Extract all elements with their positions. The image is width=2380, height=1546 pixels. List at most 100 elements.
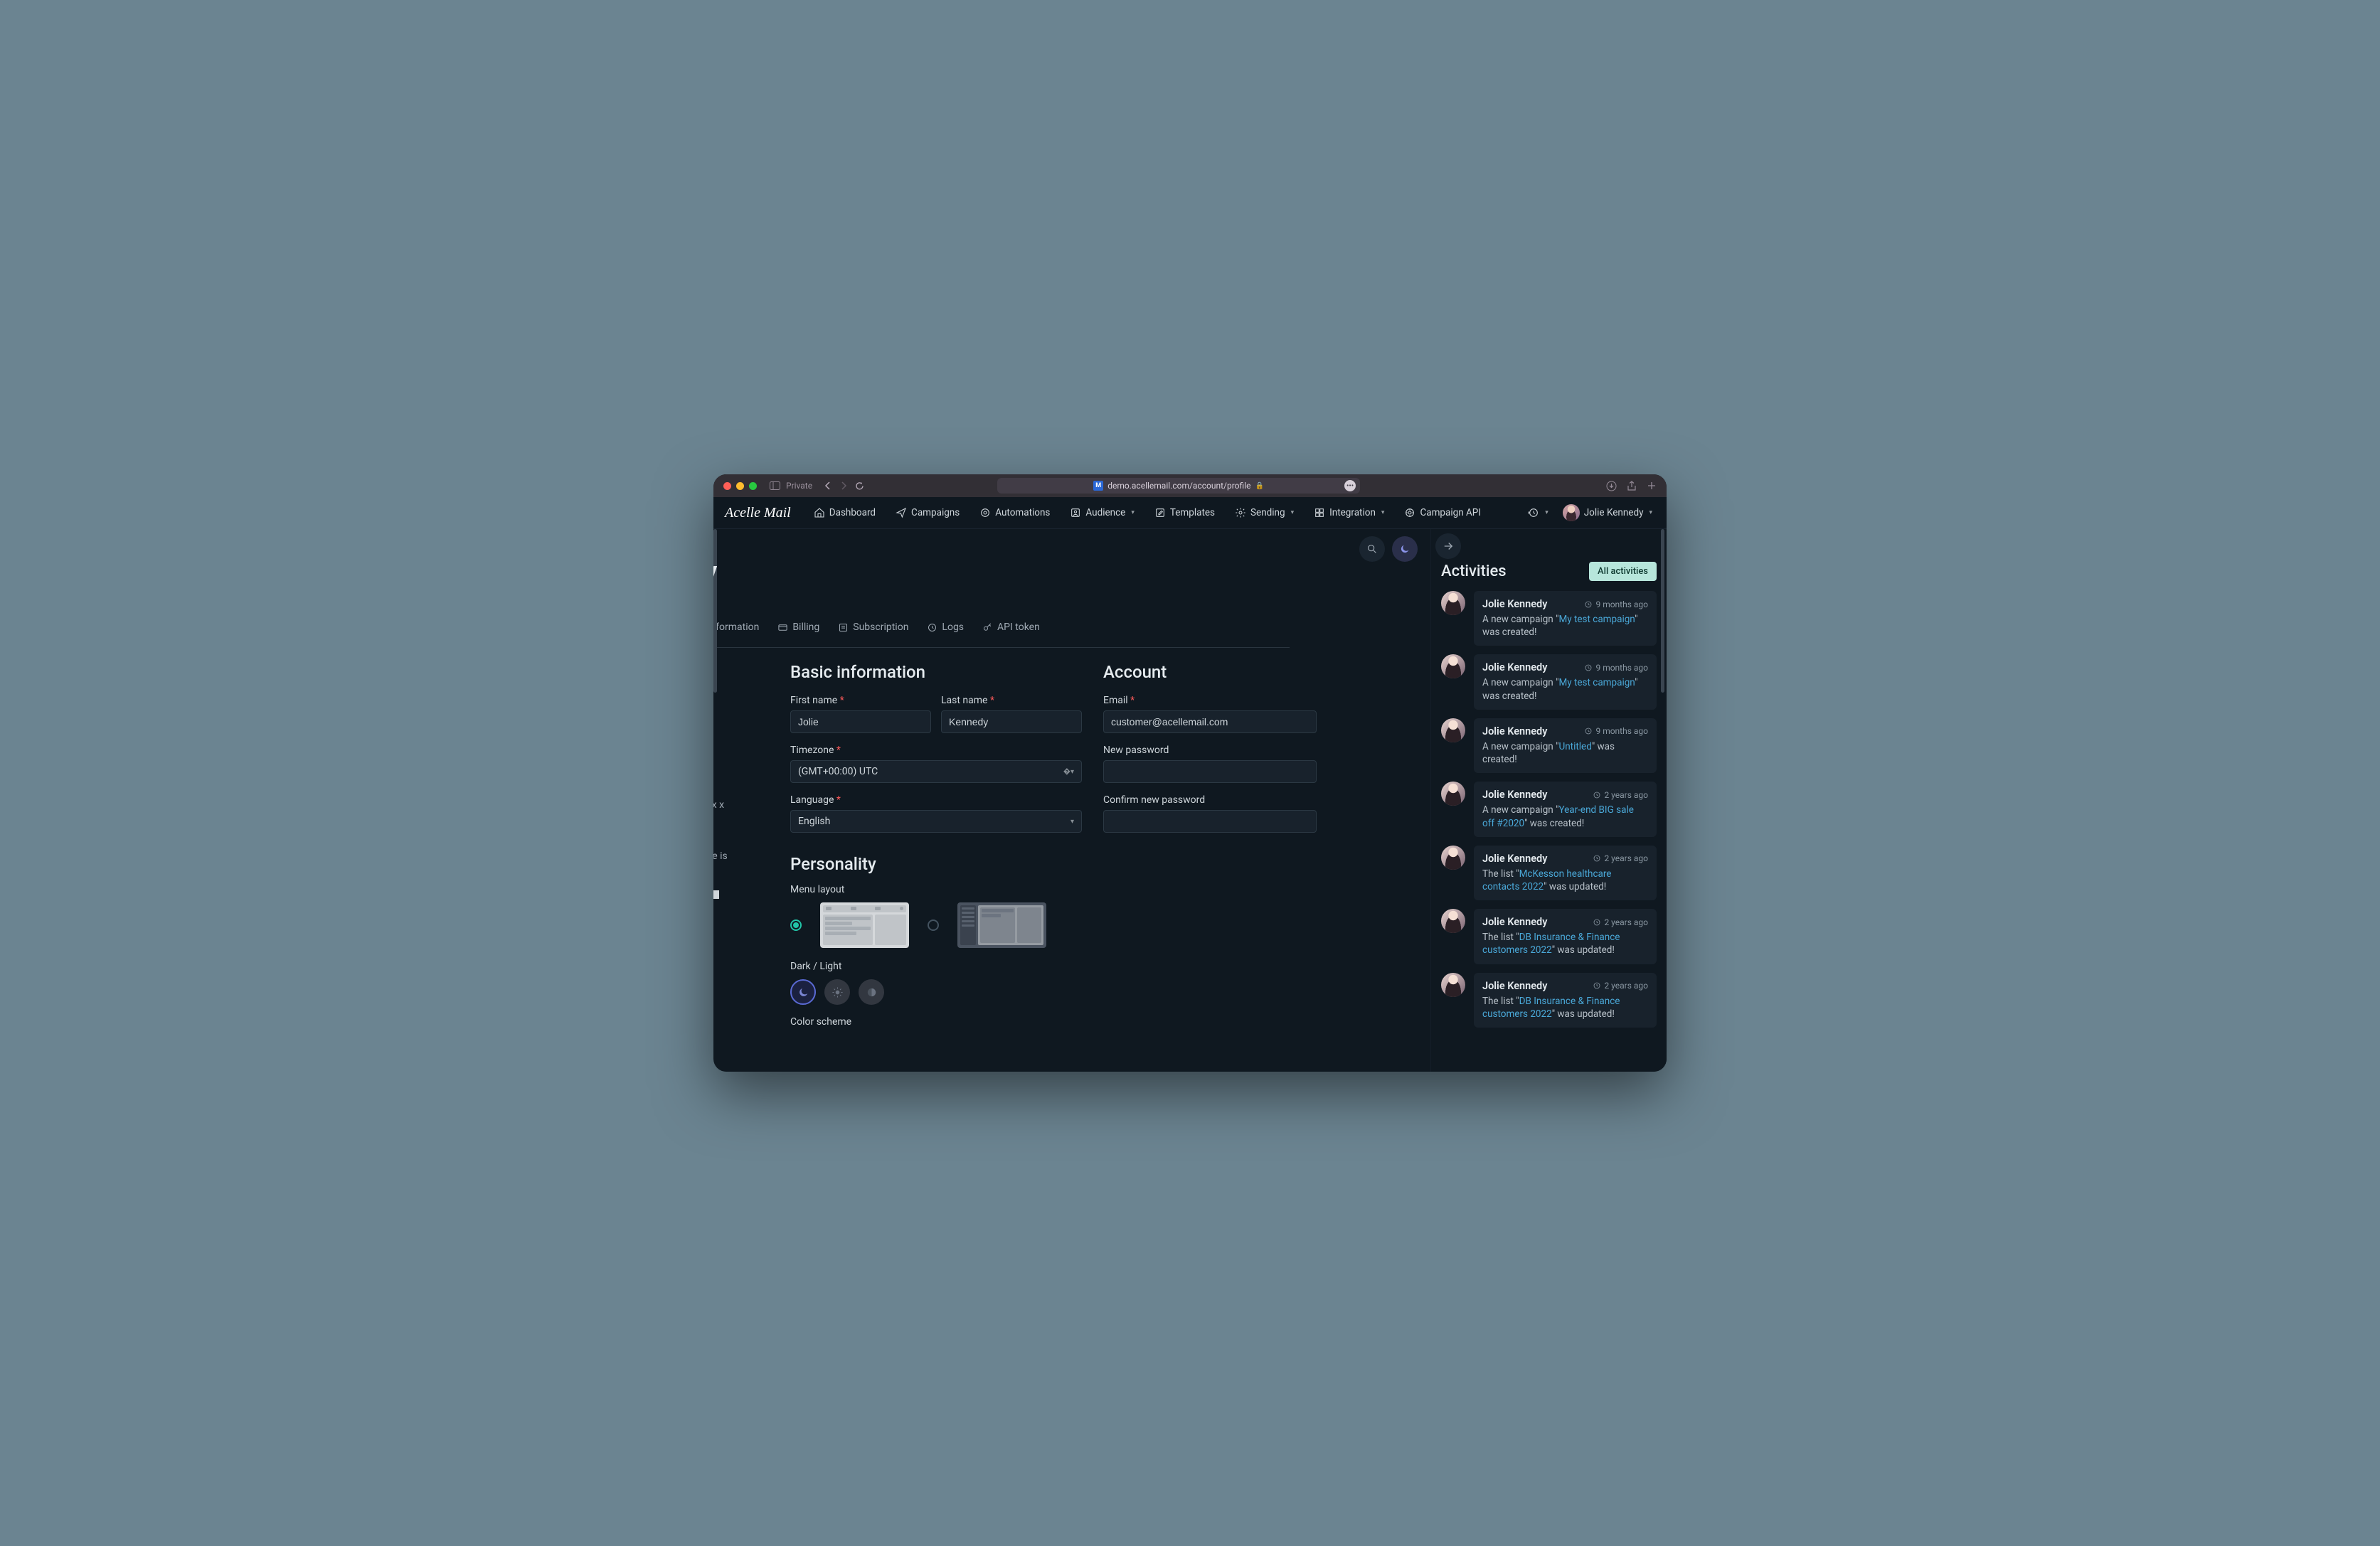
activity-user: Jolie Kennedy (1482, 725, 1547, 737)
personality-heading: Personality (790, 854, 1430, 874)
color-scheme-label: Color scheme (790, 1016, 1430, 1028)
nav-templates[interactable]: Templates (1146, 503, 1223, 523)
activity-link[interactable]: McKesson healthcare contacts 2022 (1482, 868, 1611, 892)
nav-integration[interactable]: Integration ▾ (1305, 503, 1393, 523)
nav-dashboard[interactable]: Dashboard (805, 503, 884, 523)
share-icon[interactable] (1627, 481, 1637, 491)
activity-link[interactable]: My test campaign (1558, 614, 1635, 625)
activity-avatar (1441, 973, 1465, 997)
list-icon (838, 622, 849, 633)
timezone-select[interactable]: (GMT+00:00) UTC �▾ (790, 760, 1082, 783)
tab-api-token[interactable]: API token (981, 619, 1041, 640)
reader-icon[interactable]: ••• (1344, 480, 1356, 491)
nav-audience[interactable]: Audience ▾ (1061, 503, 1142, 523)
activity-time: 9 months ago (1584, 599, 1648, 609)
activity-user: Jolie Kennedy (1482, 916, 1547, 928)
minimize-window-button[interactable] (736, 482, 744, 490)
all-activities-button[interactable]: All activities (1589, 562, 1657, 581)
account-heading: Account (1103, 662, 1317, 682)
activity-link[interactable]: My test campaign (1558, 677, 1635, 688)
activity-time: 2 years ago (1593, 917, 1648, 927)
basic-info-heading: Basic information (790, 662, 1082, 682)
nav-history[interactable]: ▾ (1525, 503, 1551, 523)
close-window-button[interactable] (723, 482, 731, 490)
api-icon (1404, 507, 1415, 518)
activity-card: Jolie Kennedy 2 years ago The list "McKe… (1474, 846, 1657, 900)
users-icon (1070, 507, 1081, 518)
edit-icon (1154, 507, 1166, 518)
activity-text: The list "DB Insurance & Finance custome… (1482, 931, 1648, 956)
collapse-sidebar-button[interactable] (1435, 533, 1461, 559)
window-controls (723, 482, 757, 490)
reload-icon[interactable] (855, 481, 864, 491)
language-select[interactable]: English ▾ (790, 810, 1082, 833)
activity-link[interactable]: DB Insurance & Finance customers 2022 (1482, 996, 1620, 1020)
nav-sending[interactable]: Sending ▾ (1226, 503, 1302, 523)
arrow-right-icon (1442, 540, 1455, 553)
logo[interactable]: Acelle Mail (725, 505, 791, 521)
home-icon (814, 507, 825, 518)
activity-item: Jolie Kennedy 2 years ago The list "DB I… (1441, 909, 1657, 964)
new-password-label: New password (1103, 745, 1317, 756)
clock-icon (1593, 981, 1601, 990)
user-menu[interactable]: Jolie Kennedy ▾ (1560, 500, 1655, 526)
tab-subscription[interactable]: Subscription (836, 619, 910, 640)
new-password-input[interactable] (1103, 760, 1317, 783)
cropped-text: ize is (713, 851, 728, 862)
page-scrollbar[interactable] (1661, 529, 1664, 693)
timezone-label: Timezone * (790, 745, 1082, 756)
nav-campaign-api[interactable]: Campaign API (1396, 503, 1489, 523)
activity-link[interactable]: DB Insurance & Finance customers 2022 (1482, 932, 1620, 956)
lock-icon: 🔒 (1255, 482, 1263, 490)
tab-logs[interactable]: Logs (925, 619, 965, 640)
layout-top-thumb[interactable] (820, 902, 909, 948)
tab-billing[interactable]: Billing (776, 619, 821, 640)
forward-icon (839, 481, 848, 490)
activity-link[interactable]: Untitled (1558, 741, 1591, 752)
activity-text: The list "DB Insurance & Finance custome… (1482, 995, 1648, 1020)
activity-link[interactable]: Year-end BIG sale off #2020 (1482, 804, 1634, 828)
activity-text: A new campaign "Year-end BIG sale off #2… (1482, 804, 1648, 829)
activity-time: 2 years ago (1593, 981, 1648, 991)
activity-time: 2 years ago (1593, 853, 1648, 863)
tab-information[interactable]: information (713, 619, 760, 640)
activity-time: 9 months ago (1584, 726, 1648, 736)
activity-avatar (1441, 654, 1465, 678)
moon-icon (1399, 543, 1411, 555)
first-name-input[interactable] (790, 710, 931, 733)
confirm-password-input[interactable] (1103, 810, 1317, 833)
activity-card: Jolie Kennedy 9 months ago A new campaig… (1474, 591, 1657, 646)
personality-section: Personality Menu layout Dark / Light (713, 844, 1430, 1028)
nav-automations[interactable]: Automations (971, 503, 1058, 523)
back-icon[interactable] (824, 481, 832, 490)
history-icon (927, 622, 937, 633)
half-icon (866, 986, 878, 998)
layout-left-thumb[interactable] (957, 902, 1046, 948)
theme-light-button[interactable] (824, 979, 850, 1005)
theme-dark-button[interactable] (790, 979, 816, 1005)
clock-icon (1593, 918, 1601, 927)
search-button[interactable] (1359, 536, 1385, 562)
activity-sidebar: Activities All activities Jolie Kennedy … (1430, 529, 1667, 1072)
sidebar-toggle-icon[interactable] (770, 481, 780, 490)
user-avatar (1563, 504, 1580, 521)
layout-top-radio[interactable] (790, 919, 802, 931)
last-name-input[interactable] (941, 710, 1082, 733)
cropped-text: px x (713, 799, 724, 811)
email-input[interactable] (1103, 710, 1317, 733)
gear-icon (1235, 507, 1246, 518)
dark-light-label: Dark / Light (790, 961, 1430, 972)
maximize-window-button[interactable] (749, 482, 757, 490)
activity-user: Jolie Kennedy (1482, 980, 1547, 992)
address-bar[interactable]: M demo.acellemail.com/account/profile 🔒 … (997, 478, 1360, 494)
theme-auto-button[interactable] (859, 979, 884, 1005)
layout-left-radio[interactable] (928, 919, 939, 931)
scrollbar-thumb[interactable] (713, 529, 717, 693)
dark-mode-toggle[interactable] (1392, 536, 1418, 562)
first-name-label: First name * (790, 695, 931, 706)
clock-icon (1584, 600, 1593, 609)
chevron-down-icon: ▾ (1545, 509, 1548, 516)
downloads-icon[interactable] (1606, 481, 1617, 491)
new-tab-icon[interactable] (1647, 481, 1657, 491)
nav-campaigns[interactable]: Campaigns (887, 503, 968, 523)
